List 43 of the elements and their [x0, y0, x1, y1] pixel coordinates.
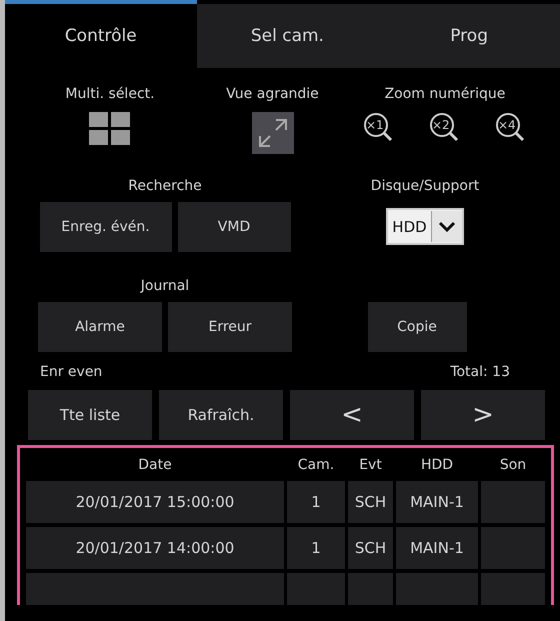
log-button[interactable]: Erreur [168, 302, 292, 352]
table-cell[interactable] [481, 481, 545, 523]
list-button[interactable]: Rafraîch. [159, 390, 283, 440]
search-button[interactable]: Enreg. évén. [40, 202, 172, 252]
table-cell[interactable]: SCH [348, 481, 393, 523]
section-label: Zoom numérique [384, 86, 506, 102]
table-cell[interactable]: MAIN-1 [396, 527, 478, 569]
table-cell[interactable]: 1 [287, 527, 345, 569]
column-header: Cam. [296, 456, 336, 472]
column-header: Date [137, 456, 173, 472]
media-select[interactable]: HDD [386, 208, 464, 245]
table-cell[interactable] [481, 527, 545, 569]
section-label: Journal [140, 278, 190, 294]
chevron-down-icon [438, 220, 456, 232]
table-cell[interactable]: SCH [348, 527, 393, 569]
list-button[interactable]: Tte liste [28, 390, 152, 440]
table-cell[interactable] [26, 573, 284, 605]
table-cell[interactable]: 1 [287, 481, 345, 523]
table-cell[interactable] [396, 573, 478, 605]
section-label: Recherche [128, 178, 202, 194]
search-button[interactable]: VMD [178, 202, 290, 252]
enlarge-button[interactable] [252, 112, 294, 154]
expand-icon [252, 112, 294, 154]
table-cell[interactable]: 20/01/2017 14:00:00 [26, 527, 284, 569]
total-count: Total: 13 [450, 364, 510, 380]
table-cell[interactable]: MAIN-1 [396, 481, 478, 523]
table-cell[interactable] [481, 573, 545, 605]
section-label: Disque/Support [370, 178, 480, 194]
column-header: HDD [420, 456, 454, 472]
multi-screen-button[interactable] [89, 112, 131, 146]
section-label: Vue agrandie [226, 86, 319, 102]
column-header: Evt [358, 456, 383, 472]
column-header: Son [498, 456, 528, 472]
next-button[interactable]: > [421, 390, 545, 440]
section-label: Enr even [40, 364, 102, 380]
copy-button[interactable]: Copie [368, 302, 466, 352]
grid-icon [89, 112, 131, 146]
table-cell[interactable] [348, 573, 393, 605]
previous-button[interactable]: < [290, 390, 414, 440]
table-cell[interactable] [287, 573, 345, 605]
section-label: Multi. sélect. [65, 86, 155, 102]
log-button[interactable]: Alarme [38, 302, 162, 352]
table-cell[interactable]: 20/01/2017 15:00:00 [26, 481, 284, 523]
